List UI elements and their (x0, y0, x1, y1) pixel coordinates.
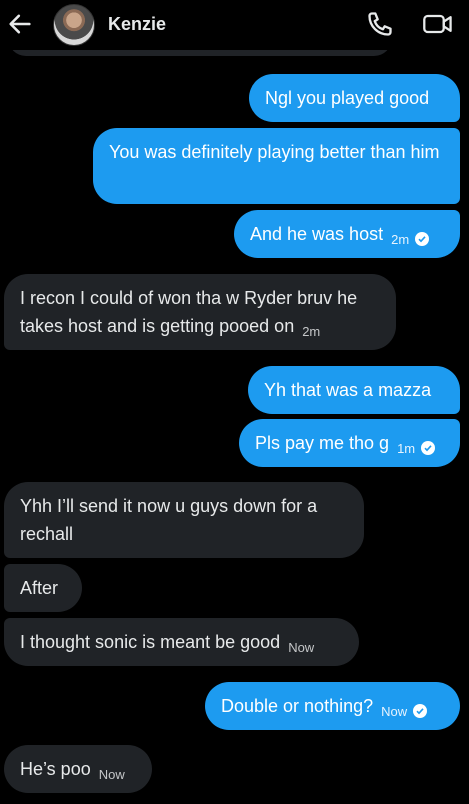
message-bubble[interactable]: He’s poo Now (4, 745, 152, 793)
message-bubble[interactable]: And he was host 2m (234, 210, 460, 258)
phone-call-icon[interactable] (366, 10, 394, 38)
message-bubble[interactable]: Ngl you played good (249, 74, 460, 122)
message-text: He’s poo (20, 759, 91, 779)
message-bubble[interactable]: Yhh I’ll send it now u guys down for a r… (4, 482, 364, 558)
message-text: Ngl you played good (265, 88, 430, 108)
read-receipt-check-icon (415, 232, 430, 246)
message-timestamp: Now (381, 704, 408, 719)
read-receipt-check-icon (413, 704, 428, 718)
message-bubble[interactable]: I recon I could of won tha w Ryder bruv … (4, 274, 396, 350)
message-text: I thought sonic is meant be good (20, 632, 281, 652)
message-text: Double or nothing? (221, 696, 374, 716)
back-arrow-icon[interactable] (6, 10, 34, 38)
message-bubble[interactable]: You was definitely playing better than h… (93, 128, 460, 204)
message-text: Yh that was a mazza (264, 380, 432, 400)
message-timestamp: Now (98, 767, 125, 782)
avatar[interactable] (53, 4, 95, 46)
message-text: Yhh I’ll send it now u guys down for a r… (20, 496, 318, 544)
message-bubble[interactable]: After (4, 564, 82, 612)
message-text: You was definitely playing better than h… (109, 142, 440, 162)
read-receipt-check-icon (421, 441, 436, 455)
message-text: Pls pay me tho g (255, 433, 390, 453)
message-timestamp: 1m (397, 441, 416, 456)
message-timestamp: 2m (302, 324, 321, 339)
message-timestamp: Now (288, 640, 315, 655)
conversation-header: Kenzie (0, 0, 469, 50)
video-call-icon[interactable] (422, 10, 454, 38)
contact-name[interactable]: Kenzie (108, 14, 166, 35)
message-bubble[interactable]: Double or nothing? Now (205, 682, 460, 730)
message-text: After (20, 578, 59, 598)
message-bubble[interactable]: I thought sonic is meant be good Now (4, 618, 359, 666)
message-bubble[interactable]: Pls pay me tho g 1m (239, 419, 460, 467)
message-text: And he was host (250, 224, 384, 244)
message-timestamp: 2m (391, 232, 410, 247)
message-bubble[interactable]: Yh that was a mazza (248, 366, 460, 414)
